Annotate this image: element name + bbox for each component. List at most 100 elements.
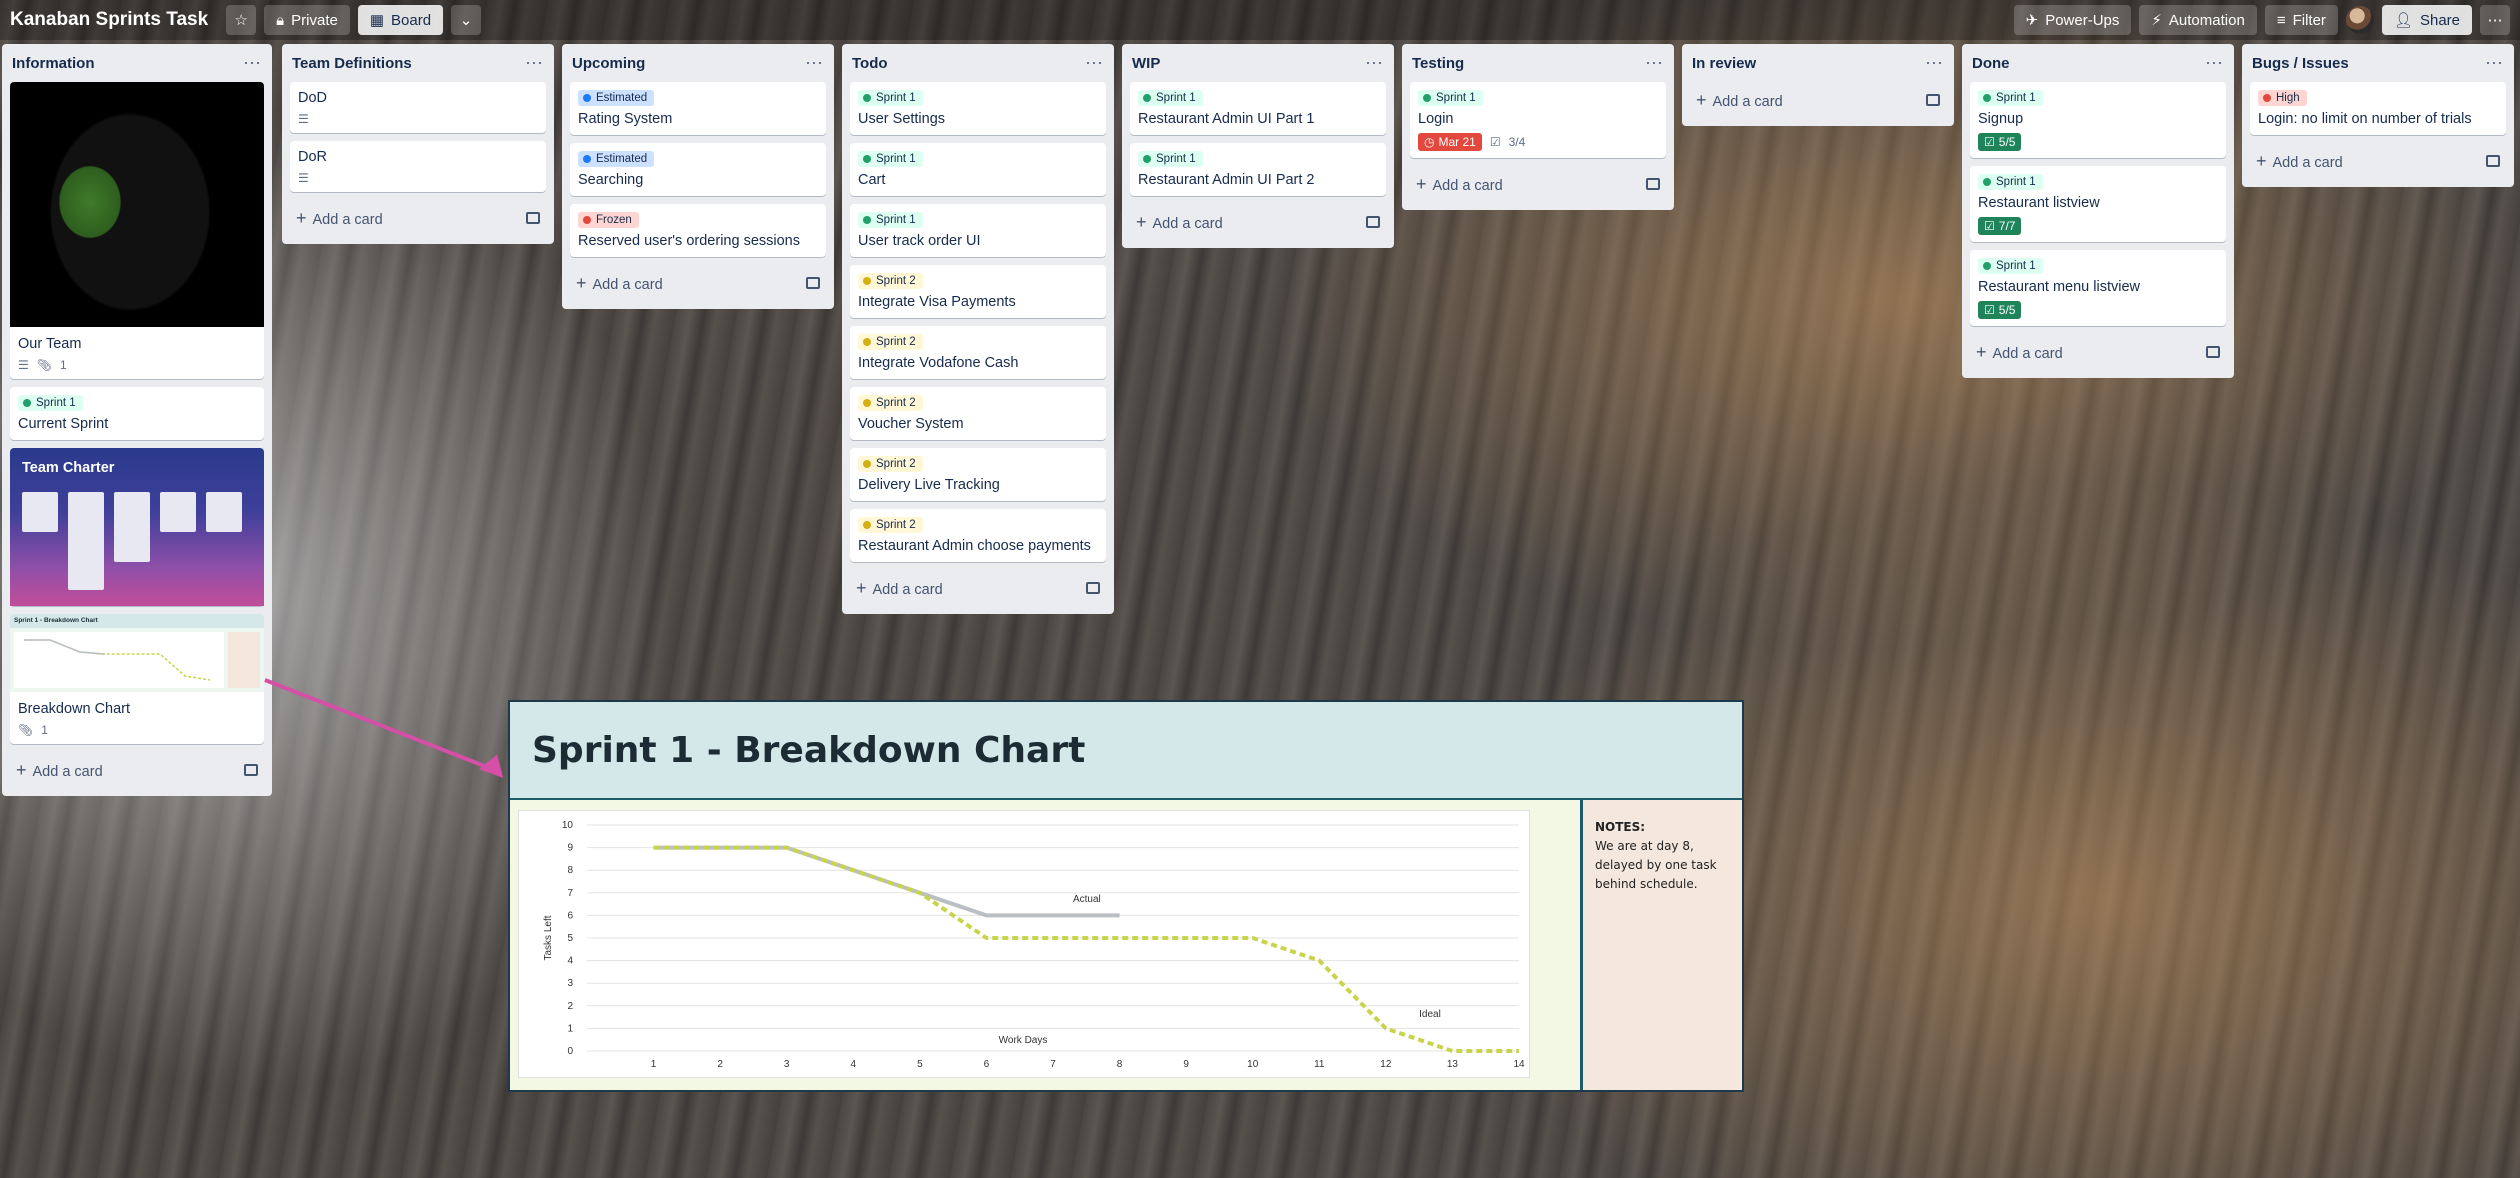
list-title: Information [12,54,95,72]
card-rating-system[interactable]: Estimated Rating System [570,82,826,135]
y-tick-label: 5 [567,933,573,944]
card-cover-image [10,82,264,327]
label-badge: Sprint 2 [858,334,923,350]
card-restaurant-listview[interactable]: Sprint 1 Restaurant listview ☑ 7/7 [1970,166,2226,242]
card-login[interactable]: Sprint 1 Login ◷ Mar 21 ☑ 3/4 [1410,82,1666,158]
due-date: Mar 21 [1438,135,1476,149]
x-tick-label: 14 [1513,1059,1525,1070]
label-text: Sprint 1 [36,397,76,409]
card-cart[interactable]: Sprint 1 Cart [850,143,1106,196]
card-admin-payments[interactable]: Sprint 2 Restaurant Admin choose payments [850,509,1106,562]
card-admin-ui-1[interactable]: Sprint 1 Restaurant Admin UI Part 1 [1130,82,1386,135]
add-card-button[interactable]: + Add a card [1410,166,1666,202]
add-card-button[interactable]: + Add a card [850,570,1106,606]
template-icon[interactable] [2486,155,2500,167]
star-button[interactable]: ☆ [226,5,257,35]
add-card-button[interactable]: + Add a card [1130,204,1386,240]
card-menu-listview[interactable]: Sprint 1 Restaurant menu listview ☑ 5/5 [1970,250,2226,326]
more-icon[interactable]: ⋯ [2485,53,2504,74]
card-searching[interactable]: Estimated Searching [570,143,826,196]
label-text: Sprint 1 [1996,176,2036,188]
x-tick-label: 11 [1314,1059,1325,1070]
card-login-trials[interactable]: High Login: no limit on number of trials [2250,82,2506,135]
add-card-button[interactable]: + Add a card [290,200,546,236]
template-icon[interactable] [806,277,820,289]
powerups-button[interactable]: ✈ Power-Ups [2013,5,2132,35]
x-tick-label: 4 [851,1059,857,1070]
add-card-button[interactable]: + Add a card [1970,334,2226,370]
avatar[interactable] [2345,6,2374,34]
add-card-button[interactable]: + Add a card [570,265,826,301]
label-badge: Estimated [578,151,655,167]
template-icon[interactable] [1366,216,1380,228]
board-view-button[interactable]: ▦ Board [357,5,444,35]
more-icon[interactable]: ⋯ [2205,53,2224,74]
card-vodafone-cash[interactable]: Sprint 2 Integrate Vodafone Cash [850,326,1106,379]
card-breakdown-chart[interactable]: Sprint 1 - Breakdown Chart Breakdown Cha… [10,614,264,744]
y-tick-label: 6 [567,910,573,921]
attachment-icon: 📎︎ [18,723,34,737]
card-delivery-tracking[interactable]: Sprint 2 Delivery Live Tracking [850,448,1106,501]
add-card-label: Add a card [312,211,383,228]
card-admin-ui-2[interactable]: Sprint 1 Restaurant Admin UI Part 2 [1130,143,1386,196]
share-button[interactable]: 👤︎ Share [2381,5,2472,35]
card-dor[interactable]: DoR ☰ [290,141,546,192]
card-title: Signup [1978,111,2024,127]
card-signup[interactable]: Sprint 1 Signup ☑ 5/5 [1970,82,2226,158]
template-icon[interactable] [1646,178,1660,190]
label-text: Sprint 2 [876,275,916,287]
more-icon[interactable]: ⋯ [805,53,824,74]
y-tick-label: 9 [567,843,573,854]
more-icon[interactable]: ⋯ [243,53,262,74]
more-icon[interactable]: ⋯ [1925,53,1944,74]
add-card-label: Add a card [592,276,663,293]
filter-label: Filter [2292,11,2326,29]
visibility-button[interactable]: 🔒︎ Private [264,5,350,35]
lock-icon: 🔒︎ [276,11,285,29]
template-icon[interactable] [1086,582,1100,594]
add-card-button[interactable]: + Add a card [1690,82,1946,118]
label-badge: Sprint 1 [1418,90,1483,106]
board-menu-button[interactable]: ⋯ [2480,5,2510,35]
card-title: Restaurant Admin UI Part 2 [1138,172,1315,188]
breakdown-chart-panel: Sprint 1 - Breakdown Chart 0 1 2 3 4 5 6 7 8 9 10 1… [508,700,1744,1092]
board-title[interactable]: Kanaban Sprints Task [10,9,208,31]
card-voucher-system[interactable]: Sprint 2 Voucher System [850,387,1106,440]
add-card-label: Add a card [872,581,943,598]
add-card-button[interactable]: + Add a card [2250,143,2506,179]
more-icon[interactable]: ⋯ [525,53,544,74]
label-text: Sprint 1 [1996,92,2036,104]
more-icon[interactable]: ⋯ [1365,53,1384,74]
list-title: Upcoming [572,54,646,72]
template-icon[interactable] [2206,346,2220,358]
view-switcher-button[interactable]: ⌄ [451,5,482,35]
card-reserved-sessions[interactable]: Frozen Reserved user's ordering sessions [570,204,826,257]
card-user-track-order[interactable]: Sprint 1 User track order UI [850,204,1106,257]
card-dod[interactable]: DoD ☰ [290,82,546,133]
card-team-charter[interactable]: Team Charter [10,448,264,606]
card-our-team[interactable]: Our Team ☰ 📎︎ 1 [10,82,264,379]
card-user-settings[interactable]: Sprint 1 User Settings [850,82,1106,135]
notes-text: We are at day 8, delayed by one task beh… [1595,839,1717,891]
template-icon[interactable] [1926,94,1940,106]
x-tick-label: 6 [984,1059,990,1070]
board-view-label: Board [391,11,432,29]
card-cover-image: Team Charter [10,448,264,606]
label-text: Frozen [596,214,632,226]
due-date-badge[interactable]: ◷ Mar 21 [1418,133,1482,151]
label-badge: Sprint 2 [858,456,923,472]
label-badge: High [2258,90,2307,106]
more-icon[interactable]: ⋯ [1645,53,1664,74]
filter-button[interactable]: ≡ Filter [2264,5,2338,35]
add-card-label: Add a card [1432,177,1503,194]
template-icon[interactable] [244,764,258,776]
add-card-button[interactable]: + Add a card [10,752,264,788]
card-title: Login: no limit on number of trials [2258,111,2472,127]
more-icon[interactable]: ⋯ [1085,53,1104,74]
label-text: Sprint 2 [876,458,916,470]
card-visa-payments[interactable]: Sprint 2 Integrate Visa Payments [850,265,1106,318]
card-current-sprint[interactable]: Sprint 1 Current Sprint [10,387,264,440]
x-axis-label: Work Days [999,1035,1048,1046]
automation-button[interactable]: ⚡︎ Automation [2139,5,2257,35]
template-icon[interactable] [526,212,540,224]
